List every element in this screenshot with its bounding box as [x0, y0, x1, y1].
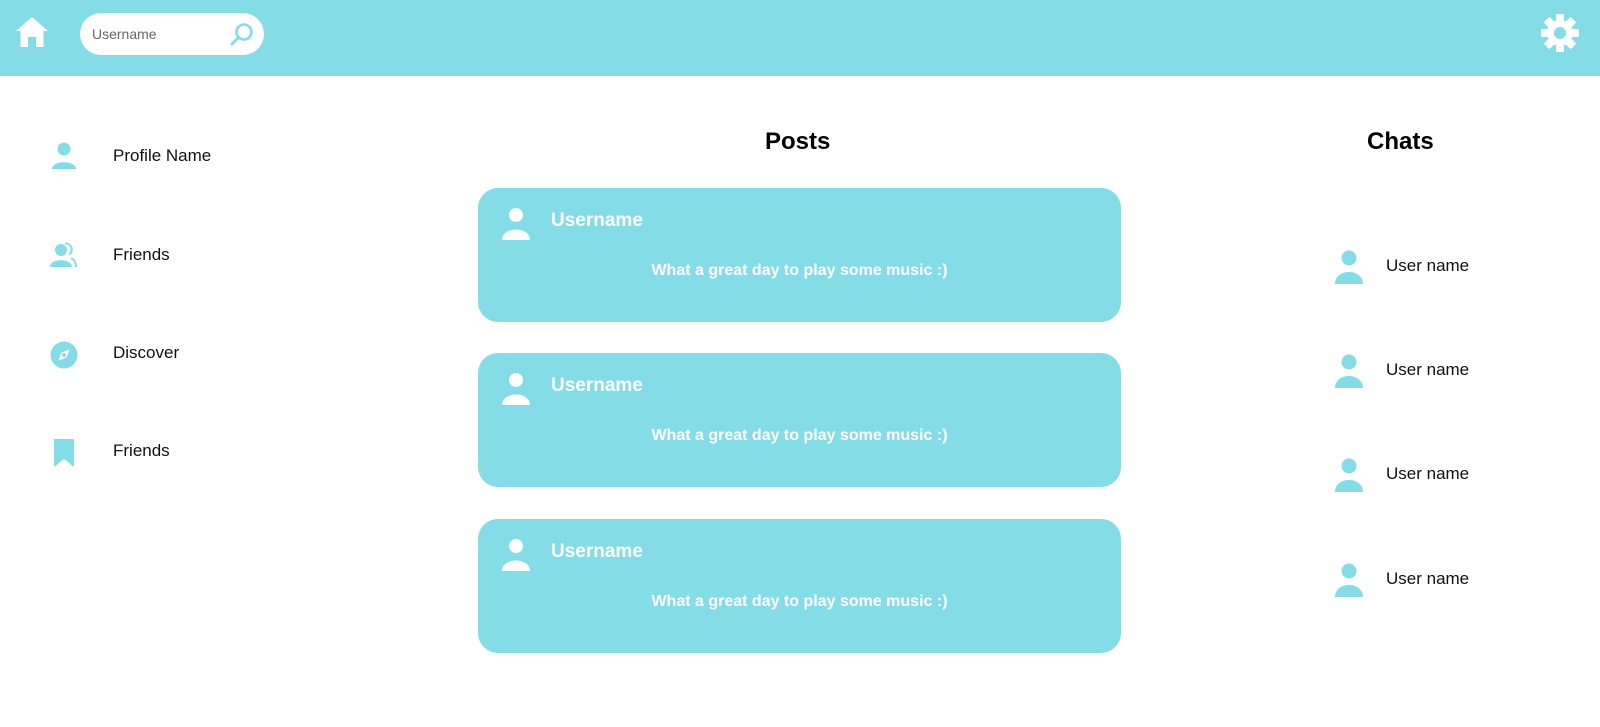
chats-title: Chats — [1367, 128, 1434, 155]
compass-icon — [44, 335, 80, 371]
home-icon[interactable] — [14, 14, 50, 50]
chat-item[interactable]: User name — [1332, 559, 1532, 599]
sidebar-item-friends[interactable]: Friends — [44, 235, 264, 275]
chat-user-name: User name — [1386, 256, 1470, 275]
sidebar-item-profile[interactable]: Profile Name — [44, 136, 264, 176]
chat-user-name: User name — [1386, 569, 1470, 588]
sidebar-item-label: Friends — [113, 245, 170, 264]
post-author[interactable]: Username — [551, 375, 643, 397]
posts-title: Posts — [765, 128, 831, 155]
bookmark-icon — [44, 433, 80, 469]
post-card[interactable]: Username What a great day to play some m… — [478, 353, 1121, 487]
user-icon — [1332, 352, 1368, 388]
post-text: What a great day to play some music :) — [651, 593, 948, 610]
gear-icon[interactable] — [1540, 13, 1580, 53]
sidebar-item-label: Discover — [113, 343, 180, 362]
sidebar-item-discover[interactable]: Discover — [44, 333, 264, 373]
post-author[interactable]: Username — [551, 541, 643, 563]
user-icon — [498, 371, 534, 407]
search-box — [80, 13, 264, 55]
search-input[interactable] — [92, 21, 222, 47]
post-text: What a great day to play some music :) — [651, 427, 948, 444]
chat-item[interactable]: User name — [1332, 350, 1532, 390]
users-icon — [44, 237, 80, 273]
chat-user-name: User name — [1386, 360, 1470, 379]
chat-user-name: User name — [1386, 464, 1470, 483]
sidebar-item-label: Profile Name — [113, 146, 212, 165]
sidebar-item-label: Friends — [113, 441, 170, 460]
user-icon — [44, 138, 80, 174]
chat-item[interactable]: User name — [1332, 454, 1532, 494]
user-icon — [1332, 248, 1368, 284]
post-card[interactable]: Username What a great day to play some m… — [478, 188, 1121, 322]
chat-item[interactable]: User name — [1332, 246, 1532, 286]
top-bar — [0, 0, 1600, 76]
post-author[interactable]: Username — [551, 210, 643, 232]
search-icon[interactable] — [229, 21, 255, 47]
post-card[interactable]: Username What a great day to play some m… — [478, 519, 1121, 653]
user-icon — [1332, 456, 1368, 492]
user-icon — [498, 206, 534, 242]
sidebar-item-saved[interactable]: Friends — [44, 431, 264, 471]
user-icon — [498, 537, 534, 573]
user-icon — [1332, 561, 1368, 597]
post-text: What a great day to play some music :) — [651, 262, 948, 279]
